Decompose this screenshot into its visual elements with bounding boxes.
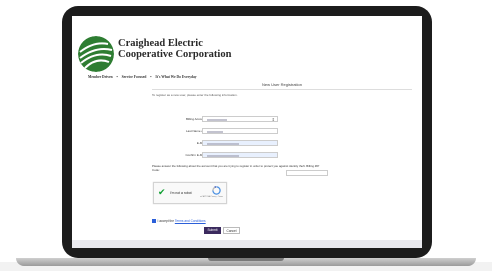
account-number-select[interactable]: ⇕ [202,116,278,122]
field-value-redacted [207,155,239,157]
form-title: New User Registration [261,82,302,87]
form-intro: To register as a new user, please enter … [152,93,238,97]
field-value-redacted [207,119,227,121]
title-divider [152,89,412,90]
terms-link[interactable]: Terms and Conditions [175,219,206,223]
recaptcha-widget[interactable]: ✔ I'm not a robot reCAPTCHA Privacy - Te… [153,182,227,204]
confirm-email-input[interactable] [202,152,278,158]
recaptcha-brand: reCAPTCHA [200,196,211,198]
terms-agreement: I accept the Terms and Conditions [152,219,206,223]
terms-checkbox[interactable] [152,219,156,223]
laptop-screen: Craighead Electric Cooperative Corporati… [72,16,422,248]
cancel-button[interactable]: Cancel [223,227,240,234]
select-arrows-icon: ⇕ [271,117,275,122]
brand-name: Craighead Electric Cooperative Corporati… [118,38,231,60]
laptop-notch [208,258,284,261]
nav-separator: • [116,75,118,79]
terms-prefix: I accept the [157,219,174,223]
captcha-label: I'm not a robot [170,191,192,195]
nav-item-everyday[interactable]: It's What We Do Everyday [155,75,196,79]
email-input[interactable] [202,140,278,146]
recaptcha-footer: reCAPTCHA Privacy - Terms [200,196,223,198]
nav-item-service-focused[interactable]: Service Focused [122,75,147,79]
nav-item-member-driven[interactable]: Member Driven [88,75,113,79]
account-note-text: Please answer the following about the ac… [152,164,306,168]
brand-line-1: Craighead Electric [118,38,203,49]
zip-code-input[interactable] [286,170,328,176]
brand-line-2: Cooperative Corporation [118,49,232,60]
tagline-nav: Member Driven • Service Focused • It's W… [88,75,200,79]
field-value-redacted [207,143,239,145]
field-value-redacted [207,131,223,133]
coop-logo-icon [78,36,114,72]
page-footer [72,240,422,248]
recaptcha-icon [212,186,221,195]
recaptcha-links[interactable]: Privacy - Terms [211,196,223,198]
submit-button[interactable]: Submit [204,227,221,234]
last-name-input[interactable] [202,128,278,134]
nav-separator: • [150,75,152,79]
checkmark-icon: ✔ [158,187,166,197]
